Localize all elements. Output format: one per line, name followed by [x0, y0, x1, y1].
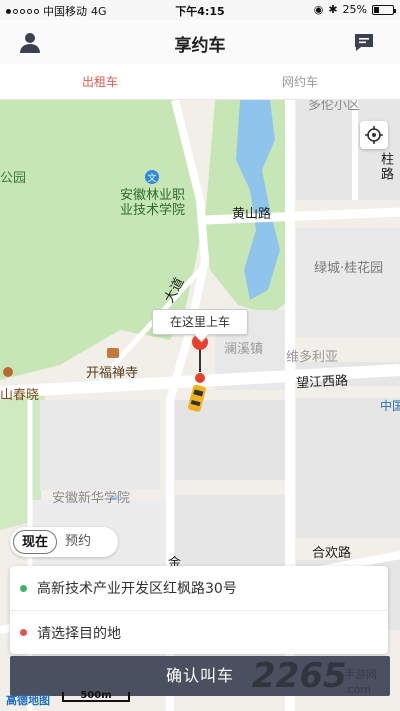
status-right: ◉ ✱ 25%: [313, 3, 396, 16]
origin-address-row[interactable]: 高新技术产业开发区红枫路30号: [10, 566, 388, 610]
bluetooth-icon: ✱: [328, 3, 338, 16]
status-bar: 中国移动 4G 下午4:15 ◉ ✱ 25%: [0, 0, 400, 20]
origin-dot-icon: [20, 584, 27, 592]
map-label-community: 多伦小区: [308, 100, 361, 113]
svg-text:文: 文: [147, 172, 156, 184]
map-label-hehuan-road: 合欢路: [312, 546, 352, 561]
battery-label: 25%: [342, 3, 367, 16]
map-label-huangshan-road: 黄山路: [232, 207, 272, 222]
location-arrow-icon: ◉: [313, 3, 324, 16]
map-label-kaifu-temple: 开福禅寺: [86, 366, 139, 381]
map-label-weiduo: 维多利亚: [286, 350, 339, 365]
map-label-street-zhu: 柱路: [378, 152, 393, 182]
map-label-wangjiang-road: 望江西路: [295, 373, 349, 392]
amap-logo: 高德地图: [6, 694, 50, 707]
map-label-college: 安徽林业职 业技术学院: [120, 188, 186, 218]
watermark-logo: 2265: [252, 656, 347, 696]
destination-placeholder-text: 请选择目的地: [37, 625, 121, 642]
watermark-url: .com: [344, 683, 371, 696]
destination-dot-icon: [20, 629, 27, 636]
tab-taxi[interactable]: 出租车: [0, 64, 200, 99]
address-card: 高新技术产业开发区红枫路30号 请选择目的地: [10, 566, 388, 654]
watermark-sub: 手游网: [344, 668, 377, 681]
time-reserve-button[interactable]: 预约: [57, 530, 99, 554]
tab-ride-hailing[interactable]: 网约车: [200, 64, 400, 99]
map-label-lvcheng: 绿城·桂花园: [314, 261, 384, 276]
time-now-button[interactable]: 现在: [13, 530, 58, 554]
destination-address-row[interactable]: 请选择目的地: [10, 610, 388, 654]
locate-icon[interactable]: [360, 121, 388, 149]
map-label-xinhua-college: 安徽新华学院: [52, 491, 131, 506]
map-scale: 500m: [62, 691, 130, 702]
nav-bar: 享约车: [0, 20, 400, 64]
battery-icon: [372, 4, 396, 15]
pickup-callout: 在这里上车: [152, 309, 248, 335]
message-icon[interactable]: [352, 30, 376, 54]
page-title: 享约车: [174, 36, 226, 56]
time-toggle: 现在 预约: [10, 527, 118, 557]
map-label-lanxi-town: 澜溪镇: [224, 342, 264, 357]
map-label-zhongguo: 中国: [380, 399, 400, 413]
origin-address-text: 高新技术产业开发区红枫路30号: [37, 581, 237, 597]
map-label-shanchunxiao: 山春晓: [0, 388, 40, 403]
ride-type-tabs: 出租车 网约车: [0, 64, 400, 100]
map-label-park: 公园: [0, 171, 27, 186]
